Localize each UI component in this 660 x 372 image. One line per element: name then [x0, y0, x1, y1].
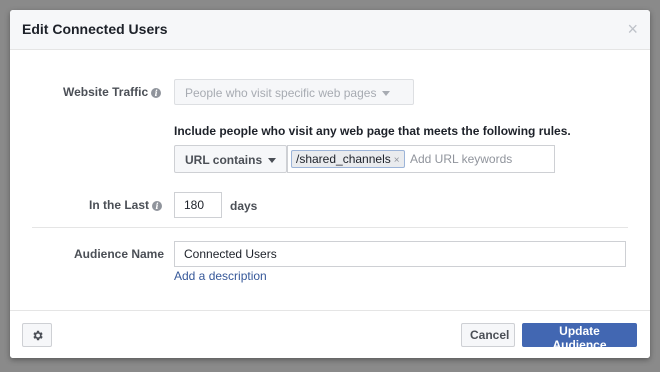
chevron-down-icon — [382, 91, 391, 97]
dialog-header: Edit Connected Users × — [10, 10, 650, 50]
keyword-token: /shared_channels × — [291, 150, 405, 168]
add-description-link[interactable]: Add a description — [174, 269, 267, 283]
info-icon[interactable]: i — [151, 88, 162, 98]
cancel-button[interactable]: Cancel — [461, 323, 515, 347]
audience-name-input[interactable] — [174, 241, 626, 267]
update-audience-button[interactable]: Update Audience — [522, 323, 637, 352]
website-traffic-label: Website Traffic i — [63, 85, 162, 99]
url-operator-dropdown[interactable]: URL contains — [174, 145, 287, 173]
dialog-footer: Cancel Update Audience — [10, 310, 650, 358]
website-traffic-selected: People who visit specific web pages — [185, 86, 377, 100]
url-keyword-input[interactable] — [410, 150, 550, 168]
edit-audience-dialog: Edit Connected Users × Website Traffic i … — [10, 10, 650, 358]
close-icon[interactable]: × — [627, 19, 638, 39]
audience-name-label: Audience Name — [74, 247, 165, 261]
dialog-title: Edit Connected Users — [22, 21, 168, 37]
duration-label-text: In the Last — [89, 198, 150, 212]
url-keywords-field[interactable]: /shared_channels × — [287, 145, 555, 173]
info-icon[interactable]: i — [152, 201, 163, 211]
duration-label: In the Last i — [89, 198, 163, 212]
keyword-token-text: /shared_channels — [296, 152, 391, 166]
website-traffic-label-text: Website Traffic — [63, 85, 149, 99]
rules-description: Include people who visit any web page th… — [174, 124, 571, 138]
days-input[interactable] — [174, 192, 222, 218]
url-operator-label: URL contains — [185, 153, 263, 167]
remove-keyword-icon[interactable]: × — [394, 155, 400, 166]
section-divider — [32, 227, 628, 228]
gear-icon — [33, 330, 43, 341]
chevron-down-icon — [268, 158, 277, 164]
settings-button[interactable] — [22, 323, 52, 347]
days-unit-label: days — [230, 199, 258, 213]
website-traffic-dropdown: People who visit specific web pages — [174, 79, 414, 105]
